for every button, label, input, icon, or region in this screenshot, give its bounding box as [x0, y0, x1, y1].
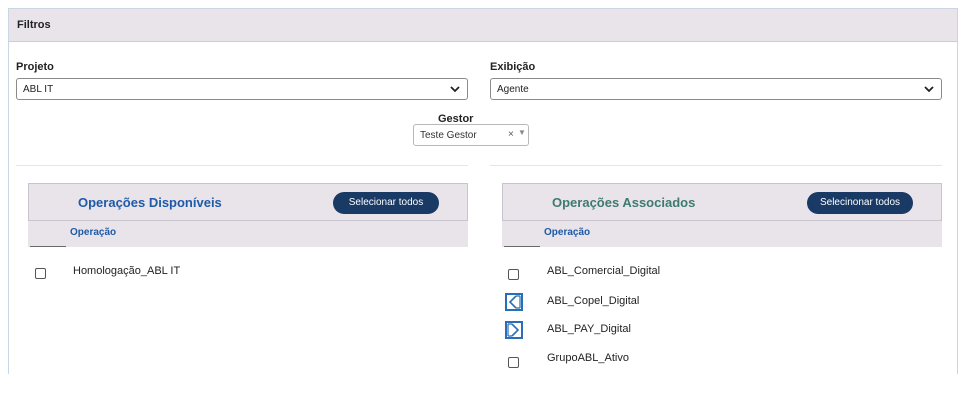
available-column-label: Operação — [70, 227, 117, 238]
divider-right — [490, 165, 942, 166]
chevron-down-icon — [450, 86, 460, 93]
available-column-header: Operação — [28, 221, 468, 247]
clear-icon[interactable]: × — [508, 129, 514, 140]
associated-title: Operações Associados — [552, 195, 696, 210]
associated-select-all-button[interactable]: Selecinonar todos — [807, 192, 913, 214]
exibicao-label: Exibição — [490, 61, 536, 73]
available-select-all-button[interactable]: Selecionar todos — [333, 192, 439, 214]
filters-title: Filtros — [17, 19, 51, 31]
associated-panel-header: Operações Associados Selecinonar todos — [502, 183, 942, 221]
filters-header: Filtros — [9, 9, 957, 42]
exibicao-value: Agente — [497, 84, 529, 95]
associated-item: ABL_PAY_Digital — [547, 323, 631, 335]
divider-left — [16, 165, 468, 166]
associated-item: ABL_Comercial_Digital — [547, 265, 661, 277]
associated-item: GrupoABL_Ativo — [547, 352, 629, 364]
associated-item-checkbox[interactable] — [508, 357, 519, 368]
available-panel-header: Operações Disponíveis Selecionar todos — [28, 183, 468, 221]
dropdown-arrow-icon[interactable]: ▼ — [518, 128, 526, 137]
projeto-label: Projeto — [16, 61, 54, 73]
move-right-icon[interactable] — [505, 321, 523, 339]
associated-column-label: Operação — [544, 227, 591, 238]
available-item-checkbox[interactable] — [35, 268, 46, 279]
available-item: Homologação_ABL IT — [73, 265, 181, 277]
associated-column-header: Operação — [502, 221, 942, 247]
exibicao-select[interactable]: Agente — [490, 78, 942, 100]
chevron-down-icon — [924, 86, 934, 93]
associated-item: ABL_Copel_Digital — [547, 295, 640, 307]
column-underline — [504, 246, 540, 247]
projeto-select[interactable]: ABL IT — [16, 78, 468, 100]
associated-item-checkbox[interactable] — [508, 269, 519, 280]
move-left-icon[interactable] — [505, 293, 523, 311]
gestor-value: Teste Gestor — [420, 130, 477, 141]
available-title: Operações Disponíveis — [78, 195, 222, 210]
column-underline — [30, 246, 66, 247]
projeto-value: ABL IT — [23, 84, 54, 95]
gestor-select[interactable]: Teste Gestor × ▼ — [413, 124, 529, 146]
